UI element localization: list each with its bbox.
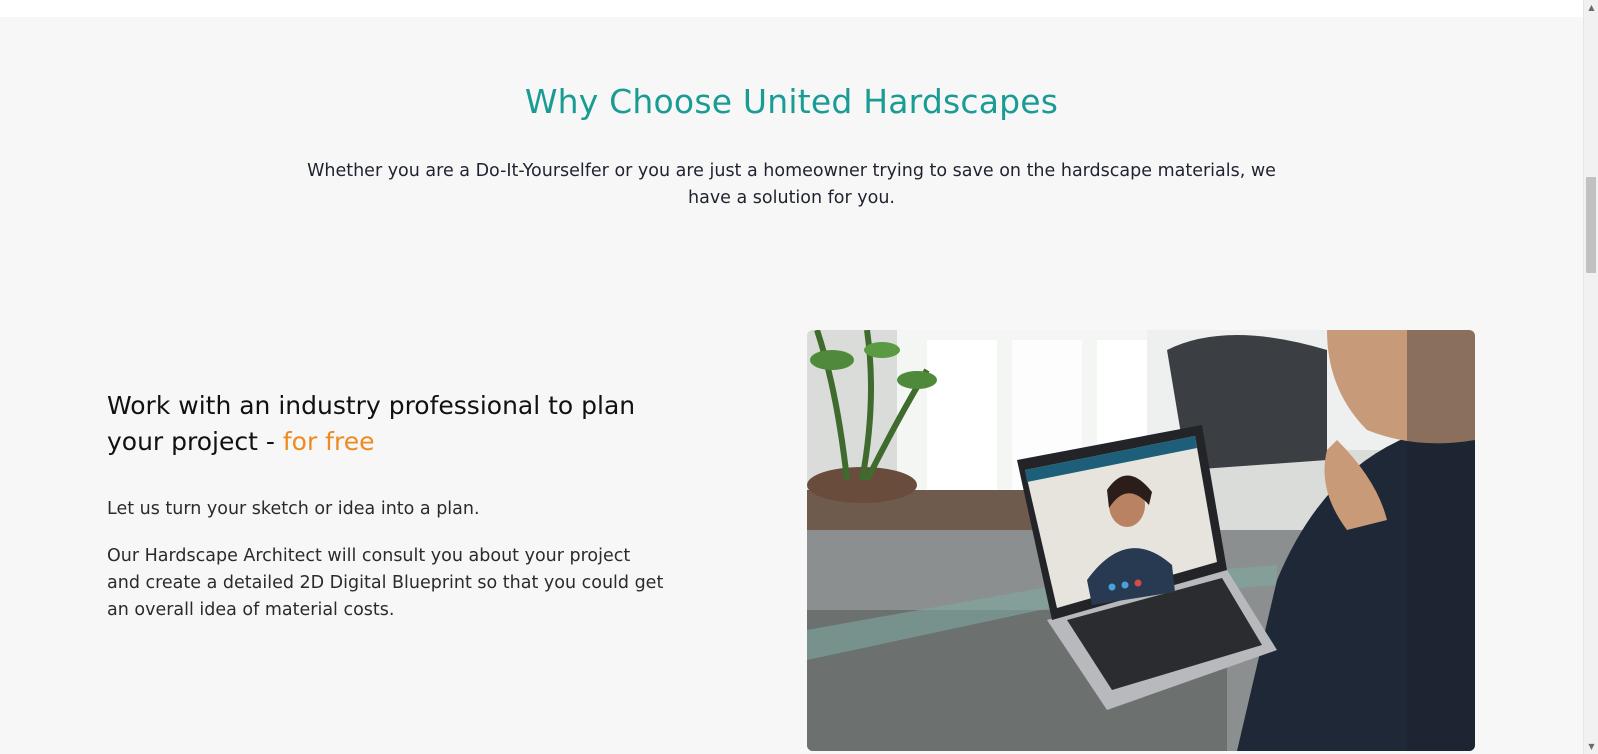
feature-title-accent: for free xyxy=(282,427,375,456)
section-heading: Why Choose United Hardscapes xyxy=(524,82,1059,121)
feature-paragraph-1: Let us turn your sketch or idea into a p… xyxy=(107,499,480,519)
feature-title: Work with an industry professional to pl… xyxy=(107,388,667,460)
vertical-scrollbar[interactable]: ▲ ▼ xyxy=(1583,0,1598,754)
scrollbar-thumb[interactable] xyxy=(1586,177,1596,273)
scroll-down-arrow-icon[interactable]: ▼ xyxy=(1584,739,1598,754)
section-subheading: Whether you are a Do-It-Yourselfer or yo… xyxy=(307,161,1276,208)
top-bar xyxy=(0,0,1583,17)
feature-paragraph-2: Our Hardscape Architect will consult you… xyxy=(107,546,664,620)
scroll-up-arrow-icon[interactable]: ▲ xyxy=(1584,0,1598,15)
video-consultation-photo xyxy=(807,330,1475,751)
